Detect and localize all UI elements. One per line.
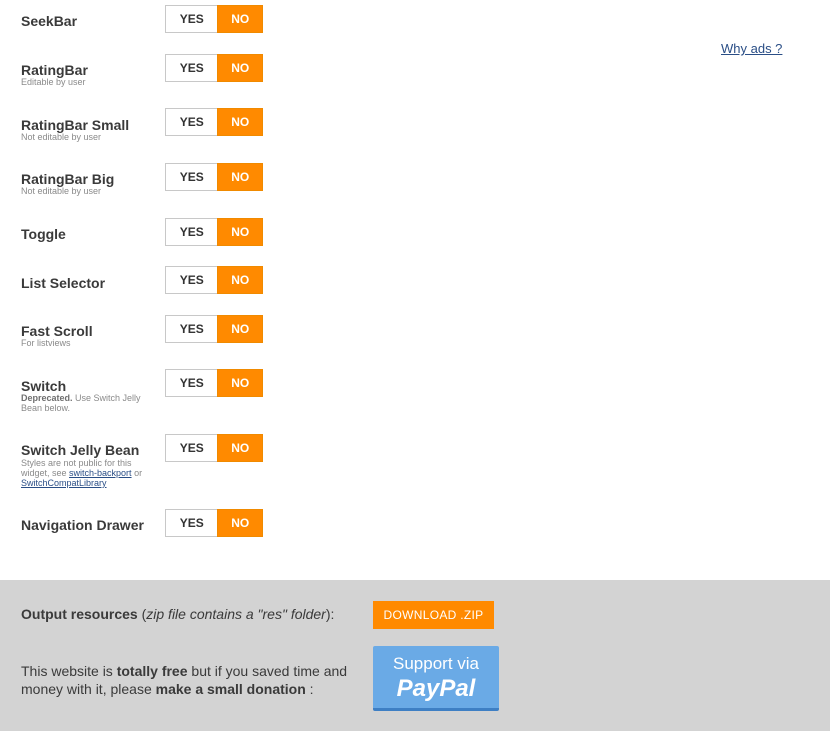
no-button[interactable]: NO (217, 266, 263, 294)
yes-no-toggle: YES NO (165, 218, 263, 246)
option-subtitle: Deprecated. Use Switch Jelly Bean below. (21, 393, 151, 413)
no-button[interactable]: NO (217, 108, 263, 136)
option-title: Switch Jelly Bean (21, 442, 140, 458)
yes-button[interactable]: YES (165, 266, 218, 294)
output-paren-open: ( (137, 606, 147, 622)
option-title: Navigation Drawer (21, 517, 144, 533)
donation-text-bold: totally free (116, 663, 188, 679)
option-title: Fast Scroll (21, 323, 93, 339)
no-button[interactable]: NO (217, 315, 263, 343)
yes-button[interactable]: YES (165, 369, 218, 397)
output-resources-note: zip file contains a "res" folder (146, 606, 326, 622)
switch-backport-link[interactable]: switch-backport (69, 468, 132, 478)
yes-button[interactable]: YES (165, 509, 218, 537)
no-button[interactable]: NO (217, 369, 263, 397)
yes-button[interactable]: YES (165, 54, 218, 82)
no-button[interactable]: NO (217, 5, 263, 33)
paypal-donate-button[interactable]: Support via PayPal (373, 646, 499, 711)
yes-no-toggle: YES NO (165, 5, 263, 33)
yes-no-toggle: YES NO (165, 108, 263, 136)
yes-no-toggle: YES NO (165, 163, 263, 191)
output-resources-title: Output resources (21, 606, 138, 622)
option-title: RatingBar Big (21, 171, 115, 187)
yes-button[interactable]: YES (165, 163, 218, 191)
no-button[interactable]: NO (217, 54, 263, 82)
yes-button[interactable]: YES (165, 108, 218, 136)
option-title: RatingBar Small (21, 117, 130, 133)
yes-no-toggle: YES NO (165, 315, 263, 343)
yes-button[interactable]: YES (165, 315, 218, 343)
why-ads-link[interactable]: Why ads ? (721, 41, 782, 56)
option-subtitle: Styles are not public for this widget, s… (21, 458, 151, 488)
no-button[interactable]: NO (217, 434, 263, 462)
yes-no-toggle: YES NO (165, 266, 263, 294)
yes-no-toggle: YES NO (165, 369, 263, 397)
yes-no-toggle: YES NO (165, 509, 263, 537)
option-subtitle-text: or (131, 468, 143, 478)
donation-text: This website is totally free but if you … (21, 662, 361, 698)
option-subtitle: For listviews (21, 338, 71, 348)
no-button[interactable]: NO (217, 509, 263, 537)
yes-no-toggle: YES NO (165, 434, 263, 462)
donation-text-part: : (305, 681, 314, 697)
paypal-logo-text: PayPal (396, 675, 476, 702)
switch-compat-library-link[interactable]: SwitchCompatLibrary (21, 478, 107, 488)
paypal-support-label: Support via (393, 654, 479, 673)
yes-button[interactable]: YES (165, 218, 218, 246)
option-subtitle: Not editable by user (21, 132, 102, 142)
yes-button[interactable]: YES (165, 434, 218, 462)
yes-no-toggle: YES NO (165, 54, 263, 82)
donation-text-bold: make a small donation (155, 681, 306, 697)
download-zip-button[interactable]: DOWNLOAD .ZIP (373, 601, 494, 629)
option-subtitle: Editable by user (21, 77, 86, 87)
donation-text-part: This website is (21, 663, 117, 679)
option-title: RatingBar (21, 62, 88, 78)
output-resources-label: Output resources (zip file contains a "r… (21, 606, 334, 622)
no-button[interactable]: NO (217, 163, 263, 191)
option-subtitle: Not editable by user (21, 186, 102, 196)
output-paren-close: ): (325, 606, 335, 622)
yes-button[interactable]: YES (165, 5, 218, 33)
option-title: SeekBar (21, 13, 78, 29)
option-title: List Selector (21, 275, 106, 291)
option-title: Toggle (21, 226, 66, 242)
footer: Output resources (zip file contains a "r… (0, 580, 830, 731)
option-title: Switch (21, 378, 67, 394)
deprecated-label: Deprecated. (21, 393, 73, 403)
no-button[interactable]: NO (217, 218, 263, 246)
